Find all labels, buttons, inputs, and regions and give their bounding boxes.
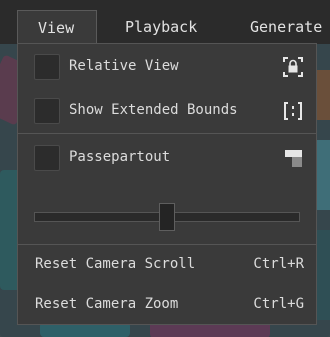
menu-separator — [18, 133, 316, 134]
menu-playback[interactable]: Playback — [111, 10, 211, 44]
extended-bounds-item[interactable]: Show Extended Bounds — [18, 90, 316, 130]
passepartout-opacity-slider[interactable] — [34, 203, 300, 233]
bounds-brackets-icon — [282, 100, 304, 122]
passepartout-corner-icon — [282, 147, 304, 169]
lock-frame-icon — [282, 56, 304, 78]
view-menu-popup: Relative View Show Extended Bounds Passe… — [17, 43, 317, 325]
reset-camera-zoom-shortcut: Ctrl+G — [253, 296, 304, 312]
reset-camera-scroll-shortcut: Ctrl+R — [253, 256, 304, 272]
relative-view-label: Relative View — [69, 58, 179, 74]
menu-view[interactable]: View — [17, 10, 97, 44]
reset-camera-zoom-label: Reset Camera Zoom — [35, 296, 179, 312]
reset-camera-zoom-item[interactable]: Reset Camera Zoom Ctrl+G — [18, 284, 316, 324]
passepartout-checkbox[interactable] — [34, 145, 60, 171]
slider-thumb[interactable] — [159, 203, 175, 231]
passepartout-item[interactable]: Passepartout — [18, 137, 316, 177]
passepartout-label: Passepartout — [69, 149, 171, 165]
relative-view-checkbox[interactable] — [34, 54, 60, 80]
reset-camera-scroll-item[interactable]: Reset Camera Scroll Ctrl+R — [18, 244, 316, 284]
reset-camera-scroll-label: Reset Camera Scroll — [35, 256, 196, 272]
relative-view-item[interactable]: Relative View — [18, 46, 316, 86]
menu-bar: View Playback Generate — [0, 0, 330, 44]
extended-bounds-label: Show Extended Bounds — [69, 102, 238, 118]
extended-bounds-checkbox[interactable] — [34, 98, 60, 124]
menu-generate[interactable]: Generate — [236, 10, 330, 44]
